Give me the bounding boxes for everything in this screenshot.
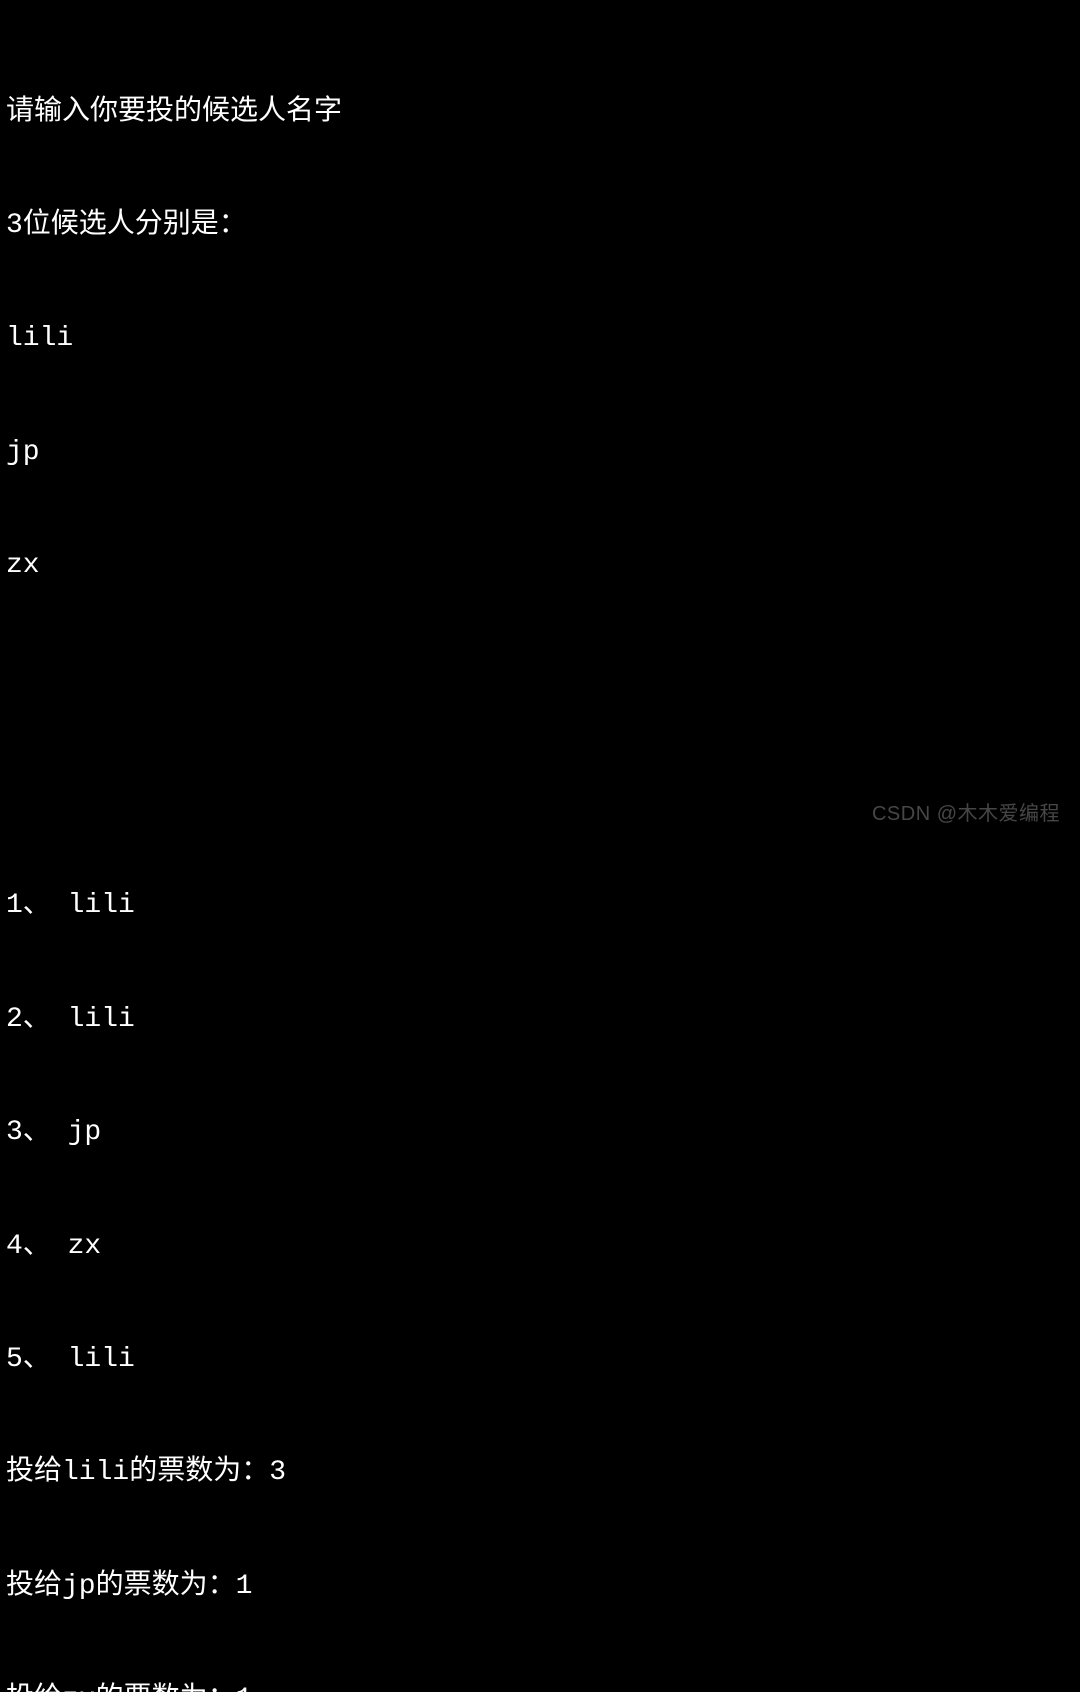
vote-line: 5、 lili [6, 1341, 1074, 1379]
vote-line: 3、 jp [6, 1114, 1074, 1152]
candidates-header-line: 3位候选人分别是： [6, 207, 1074, 245]
vote-line: 4、 zx [6, 1228, 1074, 1266]
watermark-text: CSDN @木木爱编程 [872, 801, 1060, 828]
blank-line [6, 661, 1074, 699]
vote-line: 1、 lili [6, 887, 1074, 925]
result-line: 投给zx的票数为：1 [6, 1681, 1074, 1692]
prompt-line: 请输入你要投的候选人名字 [6, 94, 1074, 132]
candidate-line: zx [6, 547, 1074, 585]
vote-line: 2、 lili [6, 1001, 1074, 1039]
candidate-line: lili [6, 320, 1074, 358]
result-line: 投给jp的票数为：1 [6, 1568, 1074, 1606]
candidate-line: jp [6, 434, 1074, 472]
terminal-output: 请输入你要投的候选人名字 3位候选人分别是： lili jp zx 1、 lil… [6, 18, 1074, 1692]
result-line: 投给lili的票数为：3 [6, 1454, 1074, 1492]
